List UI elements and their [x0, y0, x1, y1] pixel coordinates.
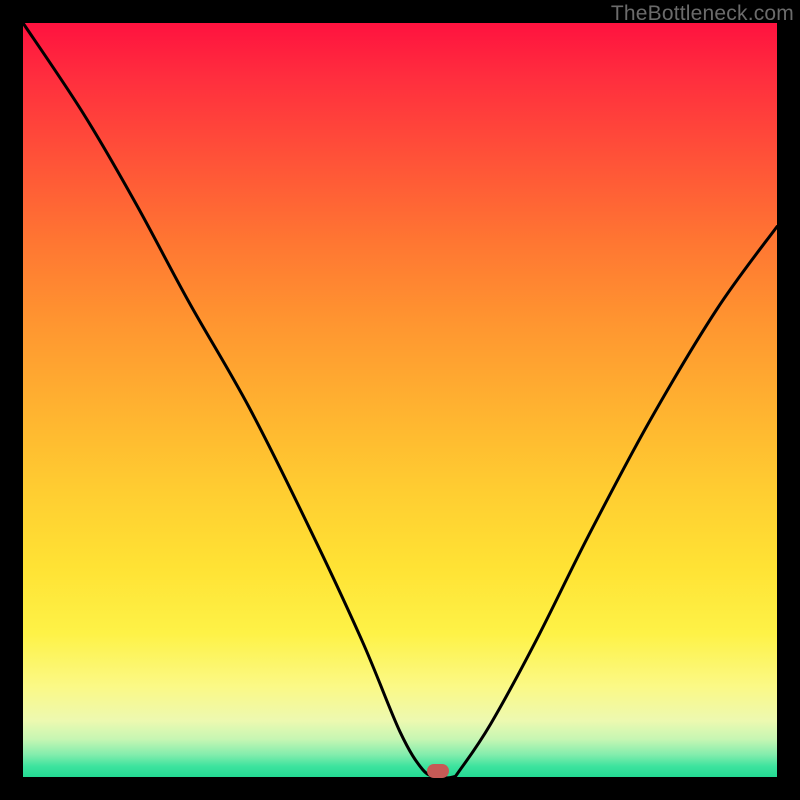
optimal-marker — [427, 764, 449, 778]
bottleneck-curve — [0, 0, 800, 800]
chart-frame: TheBottleneck.com — [0, 0, 800, 800]
watermark-text: TheBottleneck.com — [611, 2, 794, 26]
